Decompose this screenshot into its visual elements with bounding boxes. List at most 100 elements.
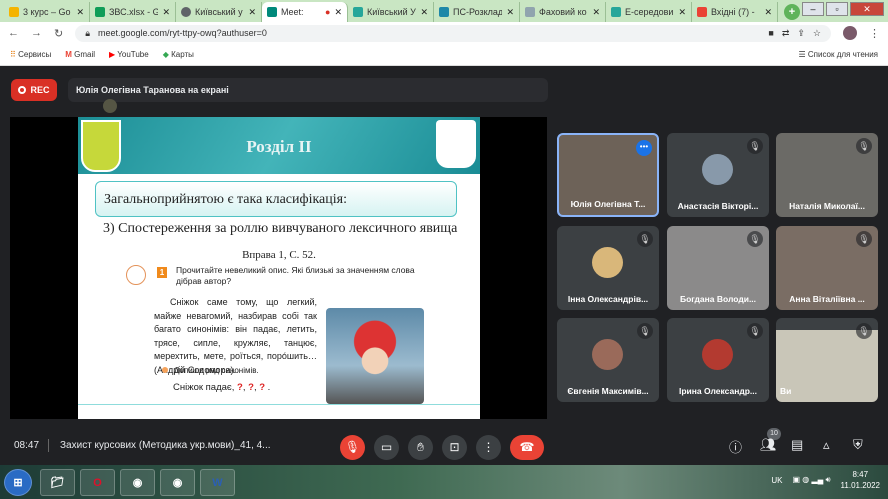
bookmark-gmail[interactable]: M Gmail — [65, 50, 95, 59]
browser-tab[interactable]: ЗВС.xlsx - Go ✕ — [90, 2, 176, 22]
browser-tab[interactable]: Фаховий ко ✕ — [520, 2, 606, 22]
avatar — [592, 339, 623, 370]
mic-off-icon: 🎙︎ — [747, 231, 763, 247]
address-bar-row: ← → ↻ 🔒︎ meet.google.com/ryt-ttpy-owq?aut… — [0, 22, 888, 44]
chrome-taskbar-icon[interactable]: ◉ — [120, 469, 155, 496]
participant-tile[interactable]: ••• Юлія Олегівна Т... — [557, 133, 659, 217]
camera-icon[interactable]: ■ — [768, 28, 773, 38]
reading-list[interactable]: ☰ Список для чтения — [798, 50, 878, 59]
translate-icon[interactable]: ⇄ — [782, 28, 790, 39]
site-icon — [611, 7, 621, 17]
browser-tab[interactable]: Е-середовищ ✕ — [606, 2, 692, 22]
mic-off-icon: 🎙︎ — [637, 231, 653, 247]
profile-avatar[interactable] — [843, 26, 857, 40]
bookmark-label: YouTube — [117, 50, 149, 59]
tab-label: Вхідні (7) - — [711, 7, 755, 17]
share-icon[interactable]: ⇪ — [797, 28, 805, 39]
participant-tile-self[interactable]: 🎙︎ Ви — [776, 318, 878, 402]
participant-tile[interactable]: 🎙︎ Анна Віталіївна ... — [776, 226, 878, 310]
site-icon — [525, 7, 535, 17]
tray-time: 8:47 — [852, 470, 869, 479]
browser-tab[interactable]: 3 курс – Go ✕ — [4, 2, 90, 22]
present-button[interactable]: ⊡ — [442, 435, 467, 460]
slide-point: 3) Спостереження за роллю вивчуваного ле… — [103, 221, 458, 236]
language-indicator[interactable]: UK — [771, 476, 782, 485]
reload-icon[interactable]: ↻ — [54, 27, 63, 40]
participant-tile[interactable]: 🎙︎ Євгенія Максимів... — [557, 318, 659, 402]
close-icon[interactable]: ✕ — [334, 7, 342, 18]
sheets-icon — [95, 7, 105, 17]
rec-label: REC — [30, 85, 50, 95]
browser-tab[interactable]: ПС-Розклад ✕ — [434, 2, 520, 22]
activities-icon[interactable]: ▵ — [823, 437, 830, 453]
leave-call-button[interactable]: ☎︎ — [510, 435, 544, 460]
maximize-button[interactable]: ▫ — [826, 2, 848, 16]
tray-icons[interactable]: ▣ ◍ ▂▄ 🔊︎ — [792, 475, 830, 485]
window-controls: – ▫ ✕ — [802, 2, 884, 16]
participant-tile[interactable]: 🎙︎ Інна Олександрів... — [557, 226, 659, 310]
bookmark-youtube[interactable]: ▶ YouTube — [109, 50, 149, 59]
reading-list-icon: ☰ — [798, 50, 808, 59]
forward-icon[interactable]: → — [31, 27, 42, 39]
opera-taskbar-icon[interactable]: O — [80, 469, 115, 496]
mic-off-icon: 🎙︎ — [637, 323, 653, 339]
tray-clock[interactable]: 8:47 11.01.2022 — [841, 469, 880, 491]
explorer-taskbar-icon[interactable]: 📁︎ — [40, 469, 75, 496]
menu-icon[interactable]: ⋮ — [869, 27, 880, 40]
slide-bullet: Допиши ряд синонімів. — [162, 366, 259, 375]
browser-tab[interactable]: Київський У ✕ — [348, 2, 434, 22]
browser-tab[interactable]: Київський у ✕ — [176, 2, 262, 22]
mic-off-icon: 🎙︎ — [856, 231, 872, 247]
more-options-button[interactable]: ⋮ — [476, 435, 501, 460]
minimize-button[interactable]: – — [802, 2, 824, 16]
host-controls-icon[interactable]: ⛨ — [853, 437, 863, 453]
close-icon[interactable]: ✕ — [76, 7, 84, 18]
close-icon[interactable]: ✕ — [248, 7, 256, 18]
close-icon[interactable]: ✕ — [764, 7, 772, 18]
participant-tile[interactable]: 🎙︎ Анастасія Вікторі... — [667, 133, 769, 217]
chrome-taskbar-icon[interactable]: ◉ — [160, 469, 195, 496]
back-icon[interactable]: ← — [8, 27, 19, 39]
browser-tab-meet[interactable]: Meet: ● ✕ — [262, 2, 348, 22]
recording-indicator[interactable]: REC — [11, 79, 57, 101]
close-window-button[interactable]: ✕ — [850, 2, 884, 16]
mic-off-icon: 🎙︎ — [856, 323, 872, 339]
star-icon[interactable]: ☆ — [813, 28, 821, 39]
meet-control-bar: 08:47 Захист курсових (Методика укр.мови… — [0, 420, 888, 465]
tab-label: Київський У — [367, 7, 416, 17]
word-taskbar-icon[interactable]: W — [200, 469, 235, 496]
browser-tab[interactable]: Вхідні (7) - ✕ — [692, 2, 778, 22]
people-icon[interactable]: 👥︎ — [760, 437, 777, 453]
raise-hand-button[interactable]: ✋︎ — [408, 435, 433, 460]
gmail-icon — [697, 7, 707, 17]
camera-toggle-button[interactable]: ▭ — [374, 435, 399, 460]
answer-line: Сніжок падає, ?, ?, ? . — [173, 382, 270, 393]
participant-tile[interactable]: 🎙︎ Богдана Володи... — [667, 226, 769, 310]
new-tab-button[interactable]: + — [784, 4, 800, 20]
bookmark-services[interactable]: ⠿ Сервисы — [10, 50, 51, 59]
bookmark-maps[interactable]: ◆ Карты — [163, 50, 194, 59]
participant-tile[interactable]: 🎙︎ Наталія Миколаї... — [776, 133, 878, 217]
task: 1 Прочитайте невеликий опис. Які близькі … — [126, 265, 426, 287]
mic-toggle-button[interactable]: 🎙︎ — [340, 435, 365, 460]
close-icon[interactable]: ✕ — [592, 7, 600, 18]
answer-prefix: Сніжок падає, — [173, 382, 238, 393]
close-icon[interactable]: ✕ — [162, 7, 170, 18]
tab-label: Meet: — [281, 7, 304, 17]
presenter-avatar — [103, 99, 117, 113]
tab-label: ПС-Розклад — [453, 7, 503, 17]
start-button[interactable]: ⊞ — [4, 469, 32, 496]
site-icon — [439, 7, 449, 17]
more-options-icon[interactable]: ••• — [636, 140, 652, 156]
tab-label: Київський у — [195, 7, 243, 17]
close-icon[interactable]: ✕ — [420, 7, 428, 18]
close-icon[interactable]: ✕ — [678, 7, 686, 18]
info-icon[interactable]: ⓘ — [729, 437, 742, 456]
tray-date: 11.01.2022 — [840, 481, 880, 490]
close-icon[interactable]: ✕ — [506, 7, 514, 18]
bookmark-label: Сервисы — [18, 50, 52, 59]
participant-tile[interactable]: 🎙︎ Ірина Олександр... — [667, 318, 769, 402]
bookmark-label: Gmail — [74, 50, 96, 59]
chat-icon[interactable]: ▤ — [791, 437, 803, 453]
url-input[interactable]: 🔒︎ meet.google.com/ryt-ttpy-owq?authuser=… — [75, 24, 831, 42]
